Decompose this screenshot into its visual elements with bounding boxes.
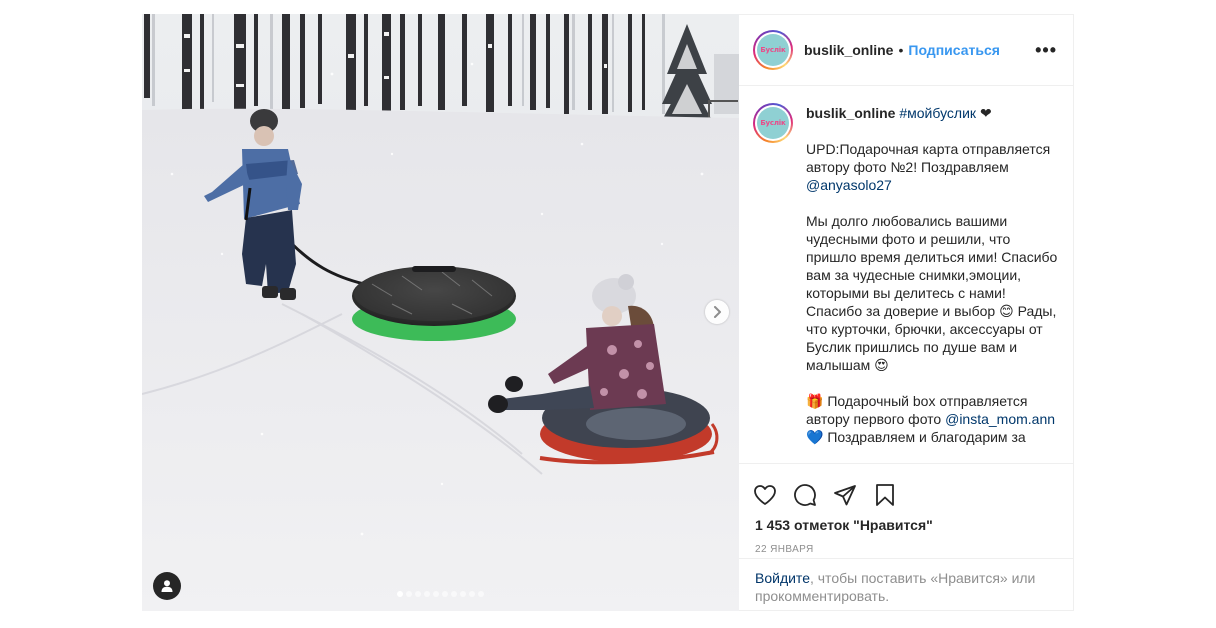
carousel-dot	[397, 591, 403, 597]
comment-button[interactable]	[793, 483, 817, 507]
header-username-link[interactable]: buslik_online	[804, 42, 893, 58]
brand-logo: Буслік	[757, 34, 789, 66]
more-options-icon[interactable]: •••	[1035, 41, 1057, 59]
heart-emoji: ❤	[979, 105, 992, 121]
likes-count[interactable]: 1 453 отметок "Нравится"	[739, 513, 1073, 533]
carousel-dot	[478, 591, 484, 597]
winter-scene-image	[142, 14, 739, 611]
follow-button[interactable]: Подписаться	[908, 42, 1000, 58]
share-icon	[834, 485, 856, 506]
carousel-dot	[442, 591, 448, 597]
hashtag-link[interactable]: #мойбуслик	[899, 105, 976, 121]
action-icons-row	[739, 464, 1073, 513]
post-header: Буслік buslik_online • Подписаться •••	[739, 15, 1073, 86]
share-button[interactable]	[833, 483, 857, 507]
caption-avatar[interactable]: Буслік	[753, 103, 793, 143]
carousel-indicator	[142, 591, 739, 597]
carousel-dot	[415, 591, 421, 597]
carousel-dot	[460, 591, 466, 597]
brand-logo-text: Буслік	[760, 46, 786, 54]
comments-list[interactable]: Буслік buslik_online #мойбуслик ❤ UPD:По…	[739, 87, 1073, 463]
mention-link[interactable]: @insta_mom.ann	[945, 411, 1055, 427]
carousel-dot	[406, 591, 412, 597]
header-separator: •	[898, 42, 904, 58]
likes-number: 1 453	[755, 517, 791, 533]
caption-comment: Буслік buslik_online #мойбуслик ❤ UPD:По…	[753, 103, 1059, 446]
post-date[interactable]: 22 января	[739, 533, 1073, 555]
post-side-panel: Буслік buslik_online • Подписаться ••• Б…	[739, 14, 1074, 611]
save-button[interactable]	[873, 483, 897, 507]
post-actions: 1 453 отметок "Нравится" 22 января Войдит…	[739, 463, 1073, 612]
login-link[interactable]: Войдите	[755, 570, 810, 586]
caption-paragraph-3: 🎁 Подарочный box отправляется автору пер…	[806, 393, 1056, 445]
heart-icon	[754, 485, 776, 505]
like-button[interactable]	[753, 483, 777, 507]
carousel-dot	[469, 591, 475, 597]
brand-logo: Буслік	[757, 107, 789, 139]
mention-link[interactable]: @anyasolo27	[806, 177, 892, 193]
likes-label: отметок "Нравится"	[794, 517, 933, 533]
avatar[interactable]: Буслік	[753, 30, 793, 70]
caption-text: buslik_online #мойбуслик ❤ UPD:Подарочна…	[806, 104, 1059, 446]
caption-paragraph-1: UPD:Подарочная карта отправляется автору…	[806, 141, 1051, 193]
caption-username-link[interactable]: buslik_online	[806, 105, 895, 121]
bookmark-icon	[876, 484, 894, 506]
login-prompt: Войдите, чтобы поставить «Нравится» или …	[739, 558, 1073, 605]
carousel-dot	[451, 591, 457, 597]
snow-tube-green	[352, 266, 516, 341]
brand-logo-text: Буслік	[760, 119, 786, 127]
comment-icon	[794, 484, 816, 506]
carousel-dot	[433, 591, 439, 597]
caption-paragraph-2: Мы долго любовались вашими чудесными фот…	[806, 213, 1058, 373]
post-photo[interactable]	[142, 14, 739, 611]
carousel-next-button[interactable]	[705, 300, 729, 324]
chevron-right-icon	[714, 306, 721, 318]
carousel-dot	[424, 591, 430, 597]
